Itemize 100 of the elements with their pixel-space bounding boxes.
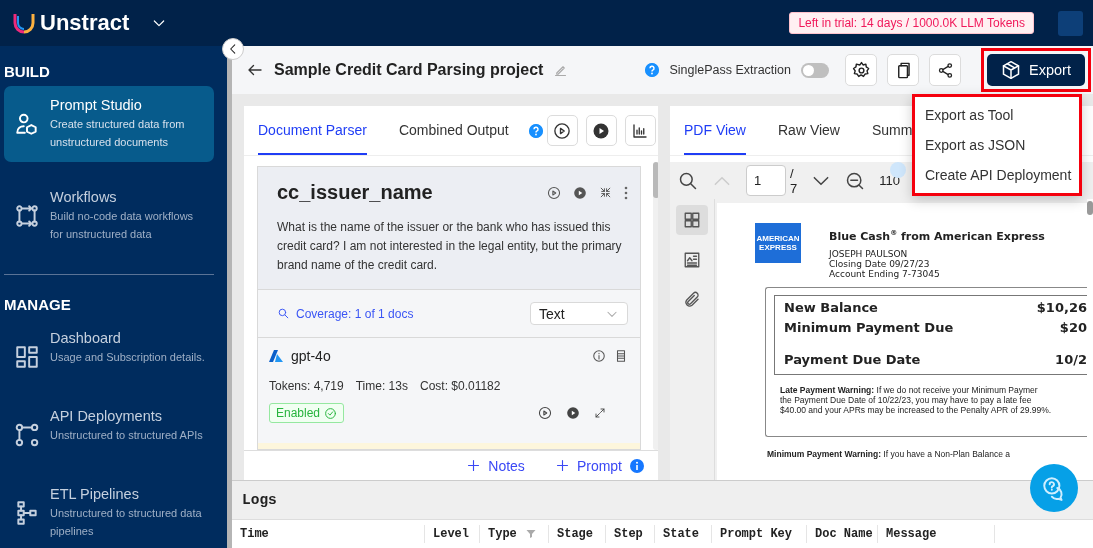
column-header: Level	[425, 525, 480, 543]
trial-badge: Left in trial: 14 days / 1000.0K LLM Tokens	[789, 12, 1034, 34]
sidebar-item[interactable]: Workflows Build no-code data workflows for unstructured data	[4, 178, 214, 254]
cube-icon	[1001, 60, 1022, 80]
summary-label: Minimum Payment Due	[784, 318, 954, 337]
status-badge: Enabled	[269, 403, 345, 423]
summary-value: $20	[1059, 318, 1087, 337]
prompt-text: What is the name of the issuer or the bank who has issued this credit card? I am not interested in the legal entity, but the primary brand name of the credit card.	[277, 219, 623, 274]
logs-title: Logs	[232, 481, 1093, 520]
check-circle-icon	[324, 406, 338, 420]
page-separator: /	[790, 165, 795, 181]
singlepass-toggle[interactable]	[801, 62, 829, 78]
sidebar-item[interactable]: ETL Pipelines Unstructured to structured data pipelines	[4, 475, 214, 548]
grid-icon	[683, 211, 701, 229]
column-header: Doc Name	[807, 525, 878, 543]
sidebar-section-title: MANAGE	[3, 295, 72, 315]
output-type-select[interactable]: Text	[530, 302, 628, 325]
document-text: JOSEPH PAULSON	[829, 248, 909, 259]
azure-icon	[269, 349, 283, 363]
run-all-button[interactable]	[585, 115, 617, 146]
document-text: Closing Date 09/27/23	[829, 258, 931, 269]
settings-button[interactable]	[845, 54, 877, 86]
scrollbar-thumb[interactable]	[653, 162, 658, 198]
llm-name: gpt-4o	[291, 348, 332, 364]
document-icon	[614, 349, 628, 363]
analytics-button[interactable]	[624, 115, 656, 146]
zoom-out-icon	[845, 170, 866, 191]
page-number-field[interactable]: 1	[746, 165, 786, 196]
add-notes-button[interactable]: Notes	[466, 457, 525, 474]
filter-icon	[524, 528, 537, 540]
summary-value: $10,26	[1036, 298, 1087, 317]
column-header: Type	[480, 525, 549, 543]
image-document-icon	[683, 251, 701, 269]
warning-text: Minimum Payment Warning: If you have a Non-Plan Balance a	[767, 448, 1011, 459]
menu-item[interactable]: Export as JSON	[915, 130, 1079, 160]
plus-icon	[466, 458, 482, 473]
settings-icon	[851, 60, 871, 80]
card-brand-logo: AMERICAN EXPRESS	[755, 223, 801, 263]
summary-label: New Balance	[784, 298, 878, 317]
scrollbar-thumb[interactable]	[1087, 201, 1093, 215]
info-icon	[592, 349, 606, 363]
summary-value: 10/2	[1055, 350, 1087, 369]
tab[interactable]: Raw View	[778, 106, 840, 155]
copy-button[interactable]	[887, 54, 919, 86]
play-circle-icon	[592, 121, 611, 140]
column-header: Stage	[549, 525, 606, 543]
play-circle-icon	[547, 185, 561, 200]
search-icon	[678, 170, 698, 191]
column-header: Prompt Key	[712, 525, 807, 543]
tab[interactable]: PDF View	[684, 106, 746, 155]
sidebar-item[interactable]: API Deployments Unstructured to structured APIs	[4, 397, 214, 459]
collapse-icon	[599, 186, 612, 199]
share-icon	[936, 61, 954, 79]
share-button[interactable]	[929, 54, 961, 86]
logo-icon	[12, 12, 36, 34]
tab[interactable]: Summ	[872, 106, 913, 155]
document-text: Account Ending 7-73045	[829, 268, 941, 279]
help-icon	[645, 63, 660, 77]
warning-text: Late Payment Warning: If we do not receive your Minimum Paymer the Payment Due Date of 10/22/23, you may have to pay a late fee $40.00 and your APRs may be increased to the Penalty APR of 29.99%.	[779, 384, 1053, 415]
workflow-icon	[14, 203, 40, 229]
add-prompt-button[interactable]: Prompt	[554, 457, 622, 474]
bar-chart-icon	[631, 121, 650, 140]
expand-icon	[594, 407, 606, 419]
column-header: Step	[606, 525, 655, 543]
page-total: 7	[790, 180, 798, 196]
singlepass-label: SinglePass Extraction	[669, 63, 791, 77]
sidebar-item[interactable]: Prompt Studio Create structured data from unstructured documents	[4, 86, 214, 162]
play-circle-icon	[573, 185, 587, 200]
play-circle-icon	[566, 406, 580, 420]
project-title: Sample Credit Card Parsing project	[274, 61, 544, 79]
tab[interactable]: Document Parser	[258, 106, 367, 155]
sidebar-item[interactable]: Dashboard Usage and Subscription details.	[4, 319, 214, 381]
document-heading: Blue Cash$^{®}$ from American Express	[829, 229, 1045, 243]
column-header: Time	[232, 525, 425, 543]
run-button[interactable]	[546, 115, 578, 146]
thumbnails-button[interactable]	[676, 205, 708, 235]
play-circle-icon	[553, 121, 572, 140]
search-icon	[277, 307, 290, 320]
tab[interactable]: Combined Output	[398, 106, 509, 155]
sidebar-section-title: BUILD	[3, 62, 51, 82]
summary-label: Payment Due Date	[784, 350, 921, 369]
paperclip-icon	[683, 291, 701, 309]
column-header: Message	[878, 525, 995, 543]
menu-item[interactable]: Create API Deployment	[915, 160, 1079, 190]
branch-icon	[14, 422, 40, 448]
prompt-key: cc_issuer_name	[277, 181, 535, 204]
run-time: Time: 13s	[355, 379, 408, 393]
coverage-link[interactable]: Coverage: 1 of 1 docs	[296, 306, 414, 321]
dashboard-icon	[14, 344, 40, 370]
export-button[interactable]: Export	[987, 54, 1085, 86]
play-circle-icon	[538, 406, 552, 420]
column-header: State	[655, 525, 712, 543]
person-cube-icon	[14, 111, 40, 137]
help-icon	[528, 123, 543, 138]
plus-icon	[554, 458, 570, 473]
info-icon	[630, 458, 644, 473]
menu-item[interactable]: Export as Tool	[915, 100, 1079, 130]
more-icon	[624, 185, 628, 200]
pipeline-icon	[14, 500, 40, 526]
token-count: Tokens: 4,719	[269, 379, 344, 393]
